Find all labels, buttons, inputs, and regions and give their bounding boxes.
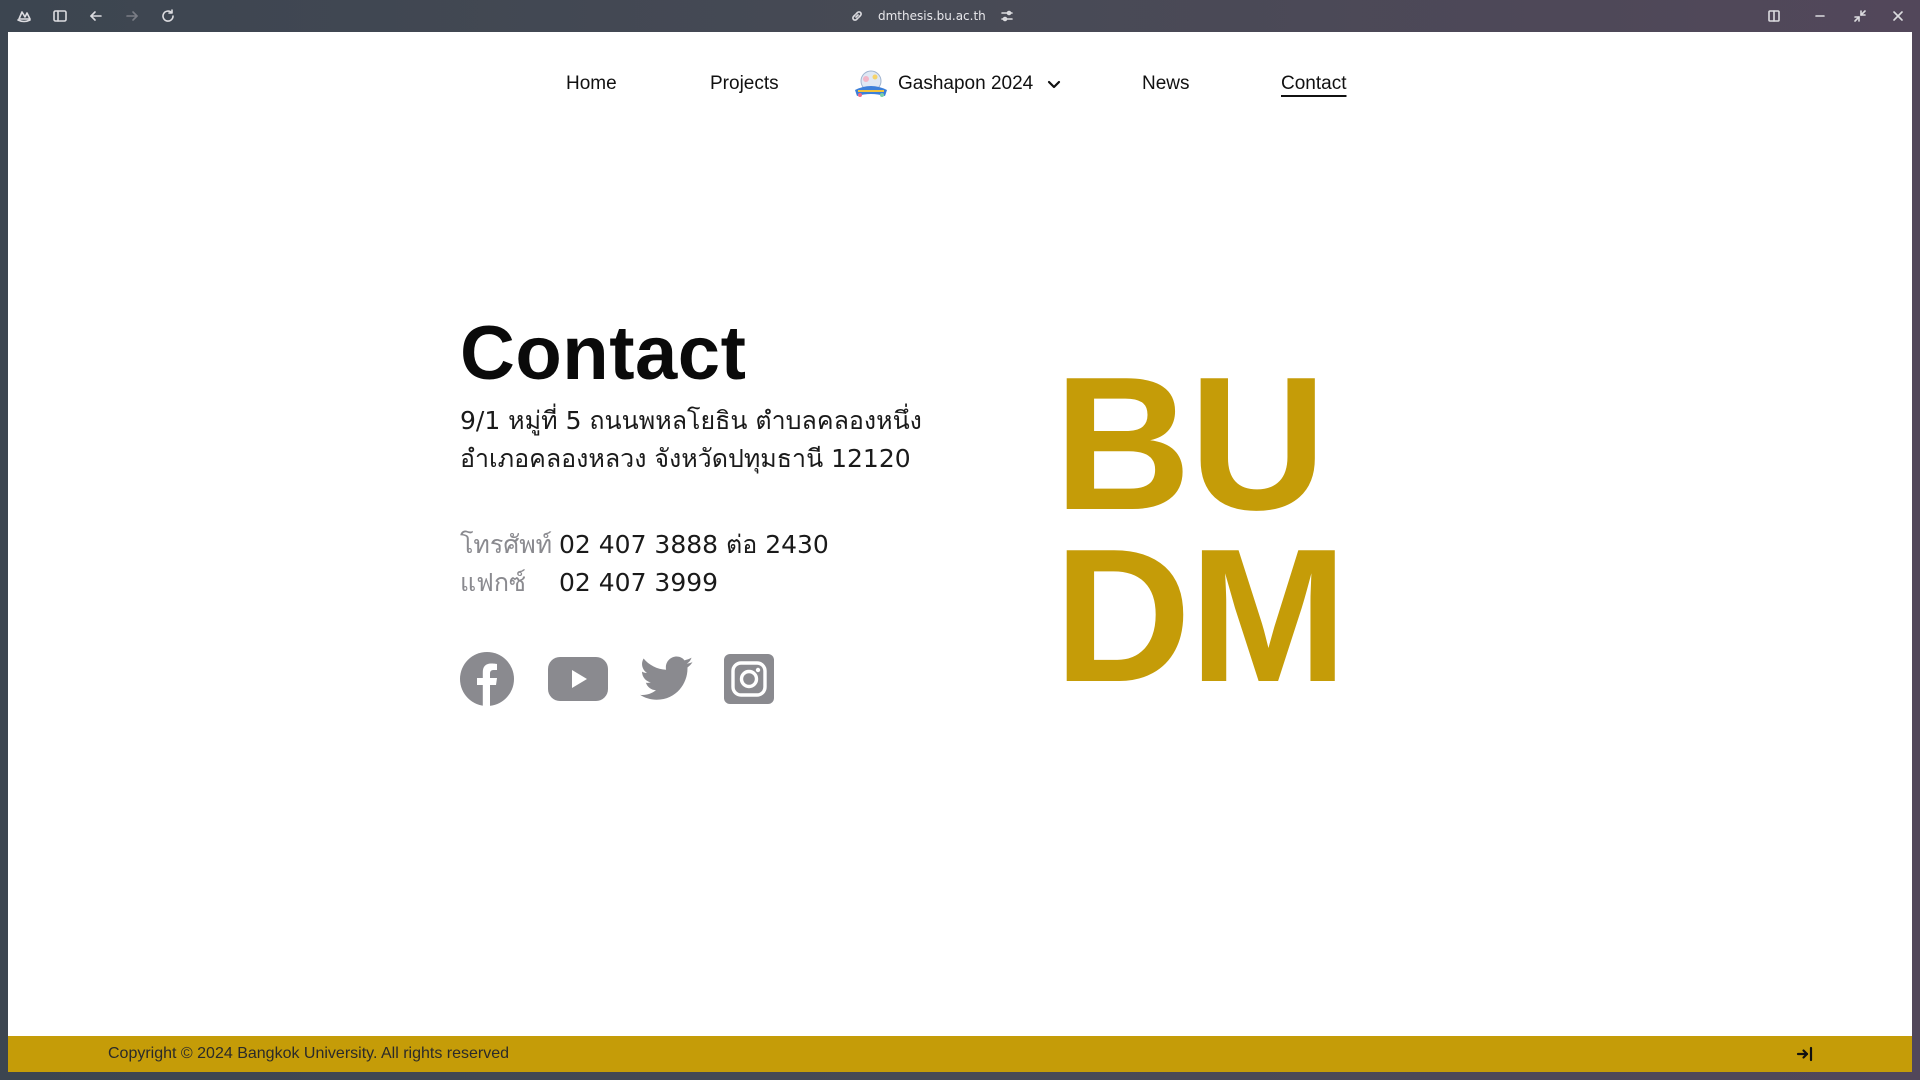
budm-logo: BU DM [1054,338,1347,722]
address-line-2: อำเภอคลองหลวง จังหวัดปทุมธานี 12120 [460,444,911,473]
nav-home[interactable]: Home [566,64,617,104]
back-icon[interactable] [88,8,104,24]
split-view-icon[interactable] [1766,8,1782,24]
address-line-1: 9/1 หมู่ที่ 5 ถนนพหลโยธิน ตำบลคลองหนึ่ง [460,406,922,435]
chevron-down-icon [1048,80,1061,89]
close-icon[interactable] [1890,8,1906,24]
link-icon [852,11,862,21]
forward-icon[interactable] [124,8,140,24]
copyright-text: Copyright © 2024 Bangkok University. All… [108,1045,510,1062]
reload-icon[interactable] [160,8,176,24]
web-page: Home Projects Gashapon 2024 News Contact… [8,32,1912,1072]
logo-line-1: BU [1054,338,1326,550]
youtube-icon[interactable] [548,657,608,701]
main-nav: Home Projects Gashapon 2024 News Contact [8,64,1912,104]
address-bar[interactable]: dmthesis.bu.ac.th [850,6,1014,26]
site-settings-icon[interactable] [1000,9,1014,23]
contact-numbers: โทรศัพท์ 02 407 3888 ต่อ 2430 แฟกซ์ 02 4… [460,526,829,602]
fax-row: แฟกซ์ 02 407 3999 [460,564,829,602]
fax-label: แฟกซ์ [460,568,526,597]
logo-line-2: DM [1054,510,1347,722]
fax-value: 02 407 3999 [559,568,719,597]
footer: Copyright © 2024 Bangkok University. All… [8,1036,1912,1072]
facebook-icon[interactable] [460,652,514,706]
minimize-icon[interactable] [1812,8,1828,24]
social-links [460,652,774,706]
nav-gashapon-label: Gashapon 2024 [898,73,1034,94]
phone-label: โทรศัพท์ [460,530,553,559]
instagram-icon[interactable] [724,654,774,704]
twitter-icon[interactable] [640,656,694,702]
nav-projects[interactable]: Projects [710,64,779,104]
address: 9/1 หมู่ที่ 5 ถนนพหลโยธิน ตำบลคลองหนึ่ง … [460,402,922,478]
sidebar-toggle-icon[interactable] [52,8,68,24]
phone-row: โทรศัพท์ 02 407 3888 ต่อ 2430 [460,526,829,564]
restore-icon[interactable] [1852,8,1868,24]
nav-news[interactable]: News [1142,64,1190,104]
url-text[interactable]: dmthesis.bu.ac.th [878,9,986,23]
nav-contact[interactable]: Contact [1281,64,1346,104]
browser-titlebar: dmthesis.bu.ac.th [0,0,1920,32]
login-icon[interactable] [1796,1045,1814,1063]
page-title: Contact [460,311,747,396]
phone-value: 02 407 3888 ต่อ 2430 [559,530,829,559]
gashapon-logo-icon [852,68,890,100]
browser-logo-icon[interactable] [16,8,32,24]
nav-gashapon-dropdown[interactable]: Gashapon 2024 [852,64,1063,104]
